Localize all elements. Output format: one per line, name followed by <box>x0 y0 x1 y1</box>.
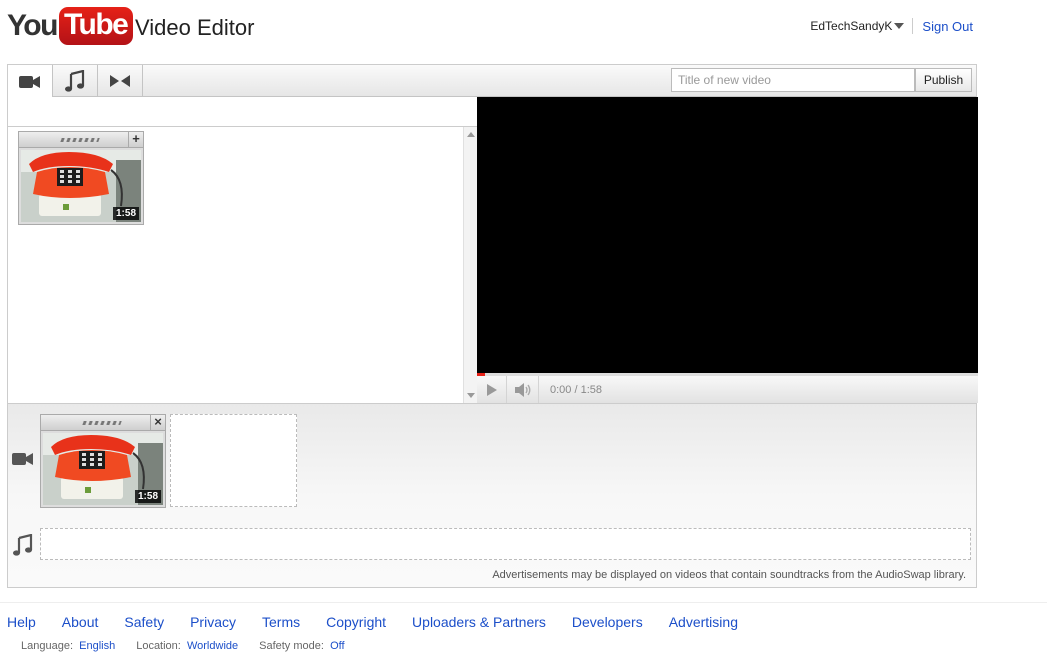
bowtie-icon <box>110 75 130 87</box>
volume-button[interactable] <box>507 376 539 403</box>
play-icon <box>486 383 497 396</box>
footer-link-safety[interactable]: Safety <box>124 614 164 630</box>
remove-clip-button[interactable]: × <box>150 415 165 430</box>
safety-mode-link[interactable]: Off <box>330 640 344 652</box>
music-note-icon <box>65 70 85 92</box>
language-link[interactable]: English <box>79 640 115 652</box>
logo-tube-text: Tube <box>58 7 134 45</box>
audio-track-icon <box>13 534 33 556</box>
tab-transitions[interactable] <box>98 65 143 97</box>
editor-frame: Publish + <box>7 64 978 588</box>
clip-drag-handle[interactable]: × <box>41 415 165 431</box>
clip-drag-handle[interactable]: + <box>19 132 143 148</box>
footer-link-advertising[interactable]: Advertising <box>669 614 738 630</box>
footer-link-uploaders[interactable]: Uploaders & Partners <box>412 614 546 630</box>
timeline-clip[interactable]: × 1:58 <box>40 414 166 508</box>
header: You Tube Video Editor EdTechSandyK Sign … <box>0 0 1047 56</box>
footer-link-developers[interactable]: Developers <box>572 614 643 630</box>
clip-duration: 1:58 <box>134 490 161 503</box>
footer-meta: Language: English Location: Worldwide Sa… <box>21 640 366 652</box>
divider <box>912 18 914 34</box>
grip-icon <box>60 138 100 142</box>
footer-link-privacy[interactable]: Privacy <box>190 614 236 630</box>
add-clip-button[interactable]: + <box>128 132 143 147</box>
audioswap-disclaimer: Advertisements may be displayed on video… <box>492 569 966 581</box>
youtube-logo[interactable]: You Tube <box>7 6 134 46</box>
location-setting: Location: Worldwide <box>136 640 238 652</box>
language-label: Language: <box>21 640 77 652</box>
location-link[interactable]: Worldwide <box>187 640 238 652</box>
audio-drop-track[interactable] <box>40 528 971 560</box>
library-scrollbar[interactable] <box>463 127 477 403</box>
language-setting: Language: English <box>21 640 115 652</box>
timeline: × 1:58 Advertisements may be displayed o… <box>8 403 976 587</box>
sign-out-link[interactable]: Sign Out <box>922 19 973 34</box>
scroll-up-icon[interactable] <box>467 132 475 137</box>
chevron-down-icon[interactable] <box>894 23 905 29</box>
video-track-icon <box>12 453 33 465</box>
time-display: 0:00 / 1:58 <box>550 384 602 396</box>
footer-link-help[interactable]: Help <box>7 614 36 630</box>
grip-icon <box>82 421 122 425</box>
scroll-down-icon[interactable] <box>467 393 475 398</box>
user-area: EdTechSandyK Sign Out <box>810 18 973 34</box>
footer-link-terms[interactable]: Terms <box>262 614 300 630</box>
library-body: + 1:58 <box>8 127 463 403</box>
safety-mode-label: Safety mode: <box>259 640 327 652</box>
tab-video[interactable] <box>8 65 53 98</box>
location-label: Location: <box>136 640 184 652</box>
editor-toolbar: Publish <box>8 65 976 98</box>
speaker-icon <box>514 382 530 397</box>
clip-thumbnail: 1:58 <box>21 150 141 222</box>
library-clip[interactable]: + 1:58 <box>18 131 144 225</box>
footer-links: Help About Safety Privacy Terms Copyrigh… <box>7 614 764 630</box>
footer-link-copyright[interactable]: Copyright <box>326 614 386 630</box>
publish-button[interactable]: Publish <box>915 68 972 92</box>
clip-library: + 1:58 <box>8 97 477 403</box>
clip-duration: 1:58 <box>112 207 139 220</box>
library-header <box>8 97 477 127</box>
logo-you-text: You <box>7 9 58 42</box>
footer-divider <box>0 602 1047 603</box>
video-player: 0:00 / 1:58 <box>477 97 978 403</box>
safety-mode-setting: Safety mode: Off <box>259 640 344 652</box>
video-camera-icon <box>19 75 40 88</box>
player-controls: 0:00 / 1:58 <box>477 373 978 403</box>
clip-drop-slot[interactable] <box>170 414 297 507</box>
footer-link-about[interactable]: About <box>62 614 99 630</box>
play-button[interactable] <box>477 376 507 403</box>
video-screen[interactable] <box>477 97 978 373</box>
clip-thumbnail: 1:58 <box>43 433 163 505</box>
tab-audio[interactable] <box>53 65 98 97</box>
username-menu[interactable]: EdTechSandyK <box>810 19 892 33</box>
page-title: Video Editor <box>135 15 255 40</box>
video-title-input[interactable] <box>671 68 915 92</box>
